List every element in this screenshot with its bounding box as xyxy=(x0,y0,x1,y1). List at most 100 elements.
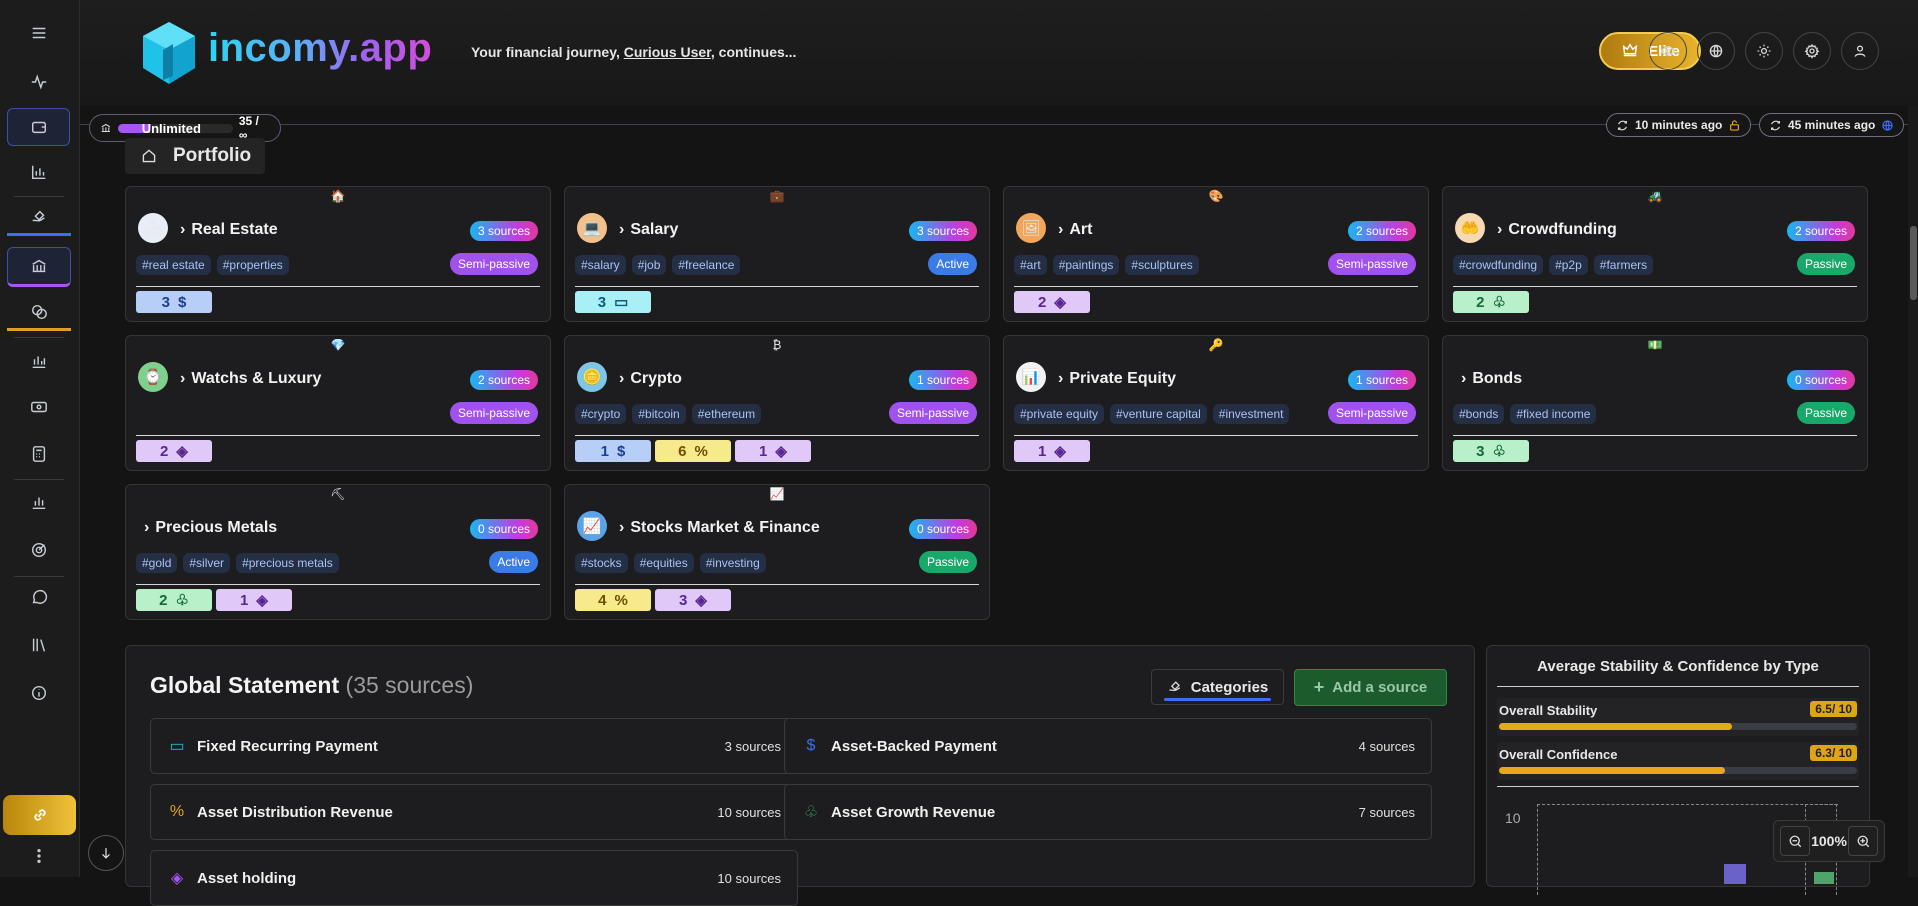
category-emoji: ₿ xyxy=(772,338,782,352)
tag[interactable]: #silver xyxy=(183,553,231,573)
statement-row[interactable]: ♧ Asset Growth Revenue 7 sources xyxy=(784,784,1432,840)
statement-row[interactable]: ◈ Asset holding 10 sources xyxy=(150,850,798,906)
category-title[interactable]: › Stocks Market & Finance xyxy=(619,519,820,537)
target-icon[interactable] xyxy=(7,532,71,568)
tag[interactable]: #art xyxy=(1014,255,1047,275)
tag[interactable]: #crowdfunding xyxy=(1453,255,1544,275)
tag[interactable]: #fixed income xyxy=(1510,404,1597,424)
analytics-icon[interactable] xyxy=(7,343,71,379)
tag[interactable]: #paintings xyxy=(1052,255,1120,275)
tag[interactable]: #farmers xyxy=(1593,255,1654,275)
category-card[interactable]: 📈 📈 › Stocks Market & Finance 0 sources #stoc… xyxy=(564,484,990,620)
visibility-button[interactable] xyxy=(1649,32,1687,70)
stats-icon[interactable] xyxy=(7,484,71,520)
tag[interactable]: #bitcoin xyxy=(632,404,686,424)
statement-row[interactable]: $ Asset-Backed Payment 4 sources xyxy=(784,718,1432,774)
tag[interactable]: #equities xyxy=(633,553,694,573)
category-title[interactable]: › Art xyxy=(1058,221,1092,239)
vertical-scrollbar[interactable] xyxy=(1908,106,1918,877)
tag[interactable]: #p2p xyxy=(1549,255,1588,275)
zoom-in-button[interactable] xyxy=(1848,826,1878,856)
add-source-button[interactable]: + Add a source xyxy=(1294,669,1447,706)
category-title[interactable]: › Real Estate xyxy=(180,221,278,239)
tag[interactable]: #sculptures xyxy=(1125,255,1199,275)
language-button[interactable] xyxy=(1697,32,1735,70)
tag[interactable]: #job xyxy=(631,255,667,275)
category-icon: 📊 xyxy=(1016,362,1046,392)
money-icon[interactable] xyxy=(7,389,71,425)
tag[interactable]: #properties xyxy=(216,255,289,275)
statement-row-count: 4 sources xyxy=(1358,738,1415,754)
income-type-badge: Passive xyxy=(1796,402,1855,424)
category-card[interactable]: 🔑 📊 › Private Equity 1 sources #private equit… xyxy=(1003,335,1429,471)
category-title[interactable]: › Private Equity xyxy=(1058,370,1176,388)
settings-button[interactable] xyxy=(1793,32,1831,70)
info-icon[interactable] xyxy=(7,675,71,711)
bill-hand-icon[interactable] xyxy=(7,200,71,236)
theme-button[interactable] xyxy=(1745,32,1783,70)
scrollbar-thumb[interactable] xyxy=(1910,226,1917,300)
tag[interactable]: #precious metals xyxy=(236,553,339,573)
wallet-icon[interactable] xyxy=(7,108,70,146)
link-button[interactable] xyxy=(3,795,76,835)
tag[interactable]: #freelance xyxy=(672,255,741,275)
statement-row[interactable]: ▭ Fixed Recurring Payment 3 sources xyxy=(150,718,798,774)
quota-bar: Unlimited xyxy=(117,123,233,133)
category-card[interactable]: 🎨 🖼 › Art 2 sources #art #paintings #sculptures… xyxy=(1003,186,1429,322)
category-title[interactable]: › Precious Metals xyxy=(144,519,277,537)
category-title[interactable]: › Watchs & Luxury xyxy=(180,370,321,388)
tag[interactable]: #investing xyxy=(699,553,766,573)
chip-list: 2 ♧ 1 ◈ xyxy=(136,589,292,611)
tag[interactable]: #salary xyxy=(575,255,626,275)
statement-row[interactable]: % Asset Distribution Revenue 10 sources xyxy=(150,784,798,840)
chevron-right-icon: › xyxy=(1058,370,1064,387)
refresh-icon xyxy=(1771,120,1780,130)
user-name-link[interactable]: Curious User xyxy=(624,44,711,60)
zoom-control: 100% xyxy=(1773,820,1885,862)
tag[interactable]: #investment xyxy=(1212,404,1290,424)
chip-list: 1 ◈ xyxy=(1014,440,1090,462)
tagline-prefix: Your financial journey, xyxy=(471,44,624,60)
category-card[interactable]: 💵 › Bonds 0 sources #bonds #fixed income Passi… xyxy=(1442,335,1868,471)
bar-chart-icon[interactable] xyxy=(7,154,71,190)
category-title[interactable]: › Crypto xyxy=(619,370,682,388)
tag[interactable]: #ethereum xyxy=(691,404,762,424)
tag[interactable]: #real estate xyxy=(136,255,211,275)
tag[interactable]: #private equity xyxy=(1014,404,1105,424)
category-card[interactable]: ₿ 🪙 › Crypto 1 sources #crypto #bitcoin #ethere… xyxy=(564,335,990,471)
more-icon[interactable] xyxy=(7,841,71,871)
category-card[interactable]: ⛏ › Precious Metals 0 sources #gold #silver #p… xyxy=(125,484,551,620)
categories-button[interactable]: Categories xyxy=(1151,669,1284,705)
chat-icon[interactable] xyxy=(7,580,71,616)
sources-badge: 3 sources xyxy=(908,221,977,241)
profile-button[interactable] xyxy=(1841,32,1879,70)
zoom-out-button[interactable] xyxy=(1780,826,1810,856)
pulse-icon[interactable] xyxy=(7,64,71,100)
tag[interactable]: #venture capital xyxy=(1110,404,1207,424)
category-emoji: 🎨 xyxy=(1208,189,1224,203)
category-title[interactable]: › Crowdfunding xyxy=(1497,221,1617,239)
tag[interactable]: #bonds xyxy=(1453,404,1505,424)
tag[interactable]: #stocks xyxy=(575,553,628,573)
eye-icon xyxy=(1660,46,1676,56)
tag-list: #art #paintings #sculptures xyxy=(1014,255,1199,275)
category-card[interactable]: 🚜 🤲 › Crowdfunding 2 sources #crowdfunding #p2… xyxy=(1442,186,1868,322)
globe-icon xyxy=(1882,119,1893,131)
category-card[interactable]: 💼 💻 › Salary 3 sources #salary #job #freelance A… xyxy=(564,186,990,322)
local-sync-badge[interactable]: 10 minutes ago xyxy=(1606,113,1752,137)
category-title[interactable]: › Salary xyxy=(619,221,678,239)
bank-icon[interactable] xyxy=(7,247,71,287)
scroll-down-button[interactable] xyxy=(88,835,124,871)
category-card[interactable]: 🏠 🏘 › Real Estate 3 sources #real estate #prop… xyxy=(125,186,551,322)
calculator-icon[interactable] xyxy=(7,436,71,472)
menu-icon[interactable] xyxy=(7,15,71,51)
coins-icon[interactable] xyxy=(7,295,71,331)
library-icon[interactable] xyxy=(7,627,71,663)
category-title[interactable]: › Bonds xyxy=(1461,370,1522,388)
sources-badge: 2 sources xyxy=(1347,221,1416,241)
category-card[interactable]: 💎 ⌚ › Watchs & Luxury 2 sources Semi-passive 2… xyxy=(125,335,551,471)
tag[interactable]: #crypto xyxy=(575,404,627,424)
tag[interactable]: #gold xyxy=(136,553,178,573)
cloud-sync-badge[interactable]: 45 minutes ago xyxy=(1759,113,1905,137)
sources-badge: 2 sources xyxy=(1786,221,1855,241)
